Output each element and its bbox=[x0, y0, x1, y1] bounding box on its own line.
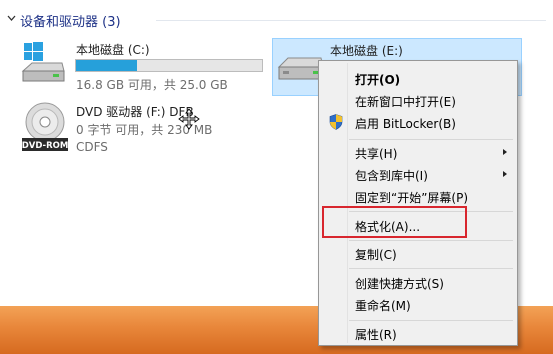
menu-item-share-label: 共享(H) bbox=[355, 147, 398, 161]
menu-item-open-new-window-label: 在新窗口中打开(E) bbox=[355, 95, 456, 109]
drive-f-name: DVD 驱动器 (F:) DFB bbox=[76, 105, 194, 119]
menu-separator bbox=[349, 139, 513, 140]
menu-separator bbox=[349, 320, 513, 321]
drive-f[interactable]: DVD-ROM DVD 驱动器 (F:) DFB 0 字节 可用，共 230 M… bbox=[18, 100, 268, 158]
menu-item-bitlocker-label: 启用 BitLocker(B) bbox=[355, 117, 456, 131]
menu-item-properties-label: 属性(R) bbox=[355, 328, 397, 342]
menu-item-bitlocker[interactable]: 启用 BitLocker(B) bbox=[321, 111, 515, 133]
menu-separator bbox=[349, 268, 513, 269]
menu-item-open[interactable]: 打开(O) bbox=[321, 67, 515, 89]
dvd-rom-icon: DVD-ROM bbox=[22, 102, 69, 151]
drive-f-filesystem: CDFS bbox=[76, 140, 108, 154]
menu-item-open-new-window[interactable]: 在新窗口中打开(E) bbox=[321, 89, 515, 111]
context-menu: 打开(O) 在新窗口中打开(E) 启用 BitLocker(B) 共享(H) 包… bbox=[318, 60, 518, 346]
uac-shield-icon bbox=[329, 114, 343, 130]
drive-c-name: 本地磁盘 (C:) bbox=[76, 43, 150, 57]
menu-item-pin-to-start[interactable]: 固定到“开始”屏幕(P) bbox=[321, 185, 515, 207]
drive-e-name: 本地磁盘 (E:) bbox=[330, 44, 403, 58]
menu-item-share[interactable]: 共享(H) bbox=[321, 141, 515, 163]
format-highlight-box bbox=[322, 206, 467, 238]
submenu-arrow-icon bbox=[503, 171, 507, 177]
devices-and-drives-header[interactable]: 设备和驱动器 (3) bbox=[6, 10, 546, 30]
menu-item-create-shortcut[interactable]: 创建快捷方式(S) bbox=[321, 271, 515, 293]
menu-item-properties[interactable]: 属性(R) bbox=[321, 322, 515, 344]
menu-item-include-in-library-label: 包含到库中(I) bbox=[355, 169, 428, 183]
menu-item-copy[interactable]: 复制(C) bbox=[321, 242, 515, 264]
section-title: 设备和驱动器 (3) bbox=[20, 15, 121, 30]
drive-c-usage-fill bbox=[76, 60, 138, 71]
drive-c[interactable]: 本地磁盘 (C:) 16.8 GB 可用，共 25.0 GB bbox=[18, 38, 268, 96]
submenu-arrow-icon bbox=[503, 149, 507, 155]
drive-c-space: 16.8 GB 可用，共 25.0 GB bbox=[76, 78, 228, 92]
menu-item-rename[interactable]: 重命名(M) bbox=[321, 293, 515, 315]
drive-c-usage-bar bbox=[75, 59, 263, 72]
menu-item-create-shortcut-label: 创建快捷方式(S) bbox=[355, 277, 444, 291]
move-cursor-icon bbox=[178, 108, 200, 130]
menu-item-copy-label: 复制(C) bbox=[355, 248, 397, 262]
menu-item-pin-to-start-label: 固定到“开始”屏幕(P) bbox=[355, 191, 469, 205]
menu-item-include-in-library[interactable]: 包含到库中(I) bbox=[321, 163, 515, 185]
chevron-down-icon[interactable] bbox=[7, 14, 16, 23]
menu-item-open-label: 打开(O) bbox=[355, 73, 401, 87]
windows-drive-icon bbox=[21, 42, 65, 82]
dvd-rom-badge: DVD-ROM bbox=[22, 141, 69, 151]
section-divider bbox=[156, 20, 546, 21]
menu-separator bbox=[349, 240, 513, 241]
menu-item-rename-label: 重命名(M) bbox=[355, 299, 411, 313]
